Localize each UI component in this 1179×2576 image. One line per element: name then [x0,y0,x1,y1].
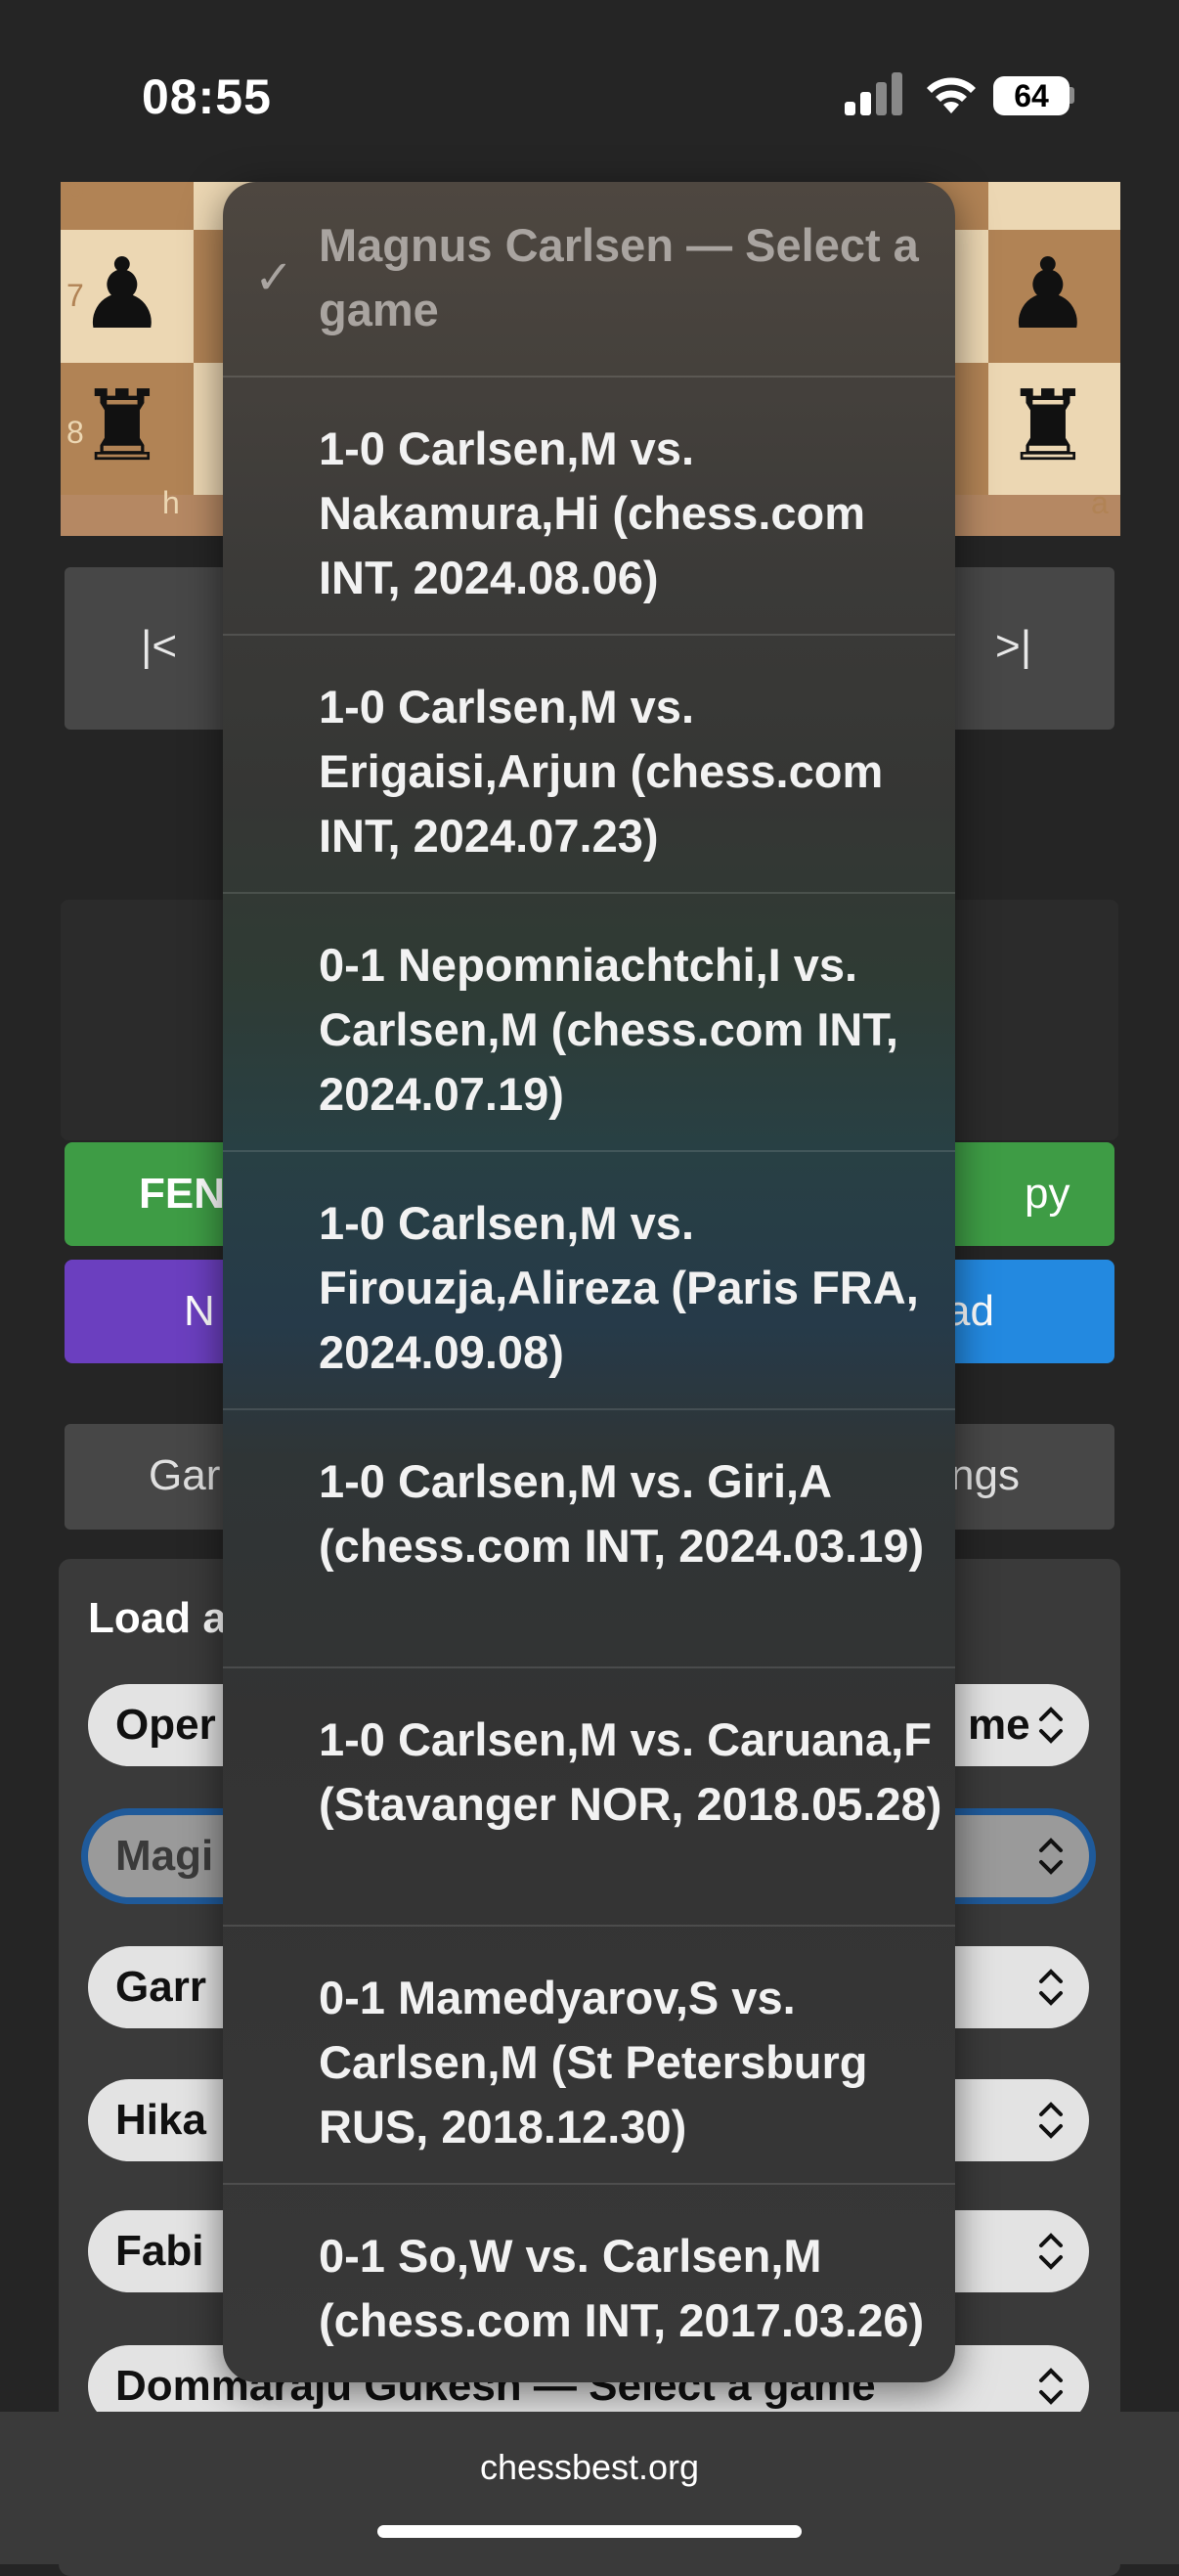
chevron-updown-icon [1036,2079,1066,2161]
dropdown-option[interactable]: 1-0 Carlsen,M vs. Firouzja,Alireza (Pari… [223,1150,955,1407]
chevron-updown-icon [1036,1684,1066,1766]
dropdown-option[interactable]: 1-0 Carlsen,M vs. Giri,A (chess.com INT,… [223,1408,955,1666]
dropdown-option[interactable]: 0-1 Nepomniachtchi,I vs. Carlsen,M (ches… [223,892,955,1149]
cellular-signal-icon [845,72,903,115]
dropdown-option-label: 0-1 Mamedyarov,S vs. Carlsen,M (St Peter… [319,1972,868,2153]
last-move-button[interactable]: >| [995,622,1031,671]
new-button-label: N [184,1287,215,1335]
wifi-icon [927,77,976,113]
select-garry-label: Garr [115,1963,206,2011]
tab-games[interactable]: Gar [149,1451,220,1500]
file-label-a: a [1091,485,1109,520]
rank-label-6: 6 [66,182,84,205]
status-time: 08:55 [142,69,272,124]
select-magnus-label: Magi [115,1832,214,1880]
dropdown-option[interactable]: 1-0 Carlsen,M vs. Caruana,F (Stavanger N… [223,1666,955,1924]
dropdown-option-label: 0-1 Nepomniachtchi,I vs. Carlsen,M (ches… [319,939,898,1120]
black-pawn-icon[interactable]: ♟ [78,245,166,343]
black-rook-icon[interactable]: ♜ [1004,378,1092,475]
select-hikaru-label: Hika [115,2096,206,2144]
check-icon: ✓ [254,252,294,304]
first-move-button[interactable]: |< [141,622,177,671]
dropdown-option[interactable]: 1-0 Carlsen,M vs. Erigaisi,Arjun (chess.… [223,634,955,891]
chevron-updown-icon [1036,1946,1066,2028]
battery-tip [1070,87,1074,104]
dropdown-selected-label: Magnus Carlsen — Select a game [319,219,919,335]
home-indicator[interactable] [377,2525,802,2538]
dropdown-option-label: 1-0 Carlsen,M vs. Giri,A (chess.com INT,… [319,1455,925,1572]
dropdown-option-label: 1-0 Carlsen,M vs. Nakamura,Hi (chess.com… [319,422,866,603]
dropdown-option-label: 1-0 Carlsen,M vs. Caruana,F (Stavanger N… [319,1713,942,1830]
select-opening-label-right: me [968,1701,1030,1749]
site-url[interactable]: chessbest.org [0,2447,1179,2488]
browser-bottom-bar [0,2412,1179,2564]
dropdown-option[interactable]: 0-1 Mamedyarov,S vs. Carlsen,M (St Peter… [223,1925,955,2182]
black-rook-icon[interactable]: ♜ [78,378,166,475]
dropdown-option[interactable]: 1-0 Carlsen,M vs. Nakamura,Hi (chess.com… [223,376,955,633]
select-fabiano-label: Fabi [115,2227,204,2275]
file-label-h: h [162,485,180,520]
dropdown-option-label: 1-0 Carlsen,M vs. Erigaisi,Arjun (chess.… [319,681,884,862]
copy-button-label: py [1025,1170,1070,1218]
dropdown-option-label: 0-1 So,W vs. Carlsen,M (chess.com INT, 2… [319,2230,925,2346]
fen-button-label: FEN [139,1170,225,1218]
dropdown-option[interactable]: 0-1 So,W vs. Carlsen,M (chess.com INT, 2… [223,2183,955,2382]
black-pawn-icon[interactable]: ♟ [1004,245,1092,343]
tab-settings[interactable]: ngs [950,1451,1020,1500]
chevron-updown-icon [1036,1815,1066,1897]
dropdown-selected-option[interactable]: ✓ Magnus Carlsen — Select a game [223,182,955,376]
select-opening-label: Oper [115,1701,216,1749]
dropdown-option-label: 1-0 Carlsen,M vs. Firouzja,Alireza (Pari… [319,1197,919,1378]
game-select-dropdown: ✓ Magnus Carlsen — Select a game 1-0 Car… [223,182,955,2382]
battery-icon: 64 [993,76,1070,115]
chevron-updown-icon [1036,2210,1066,2292]
load-panel-heading: Load a [88,1594,227,1642]
